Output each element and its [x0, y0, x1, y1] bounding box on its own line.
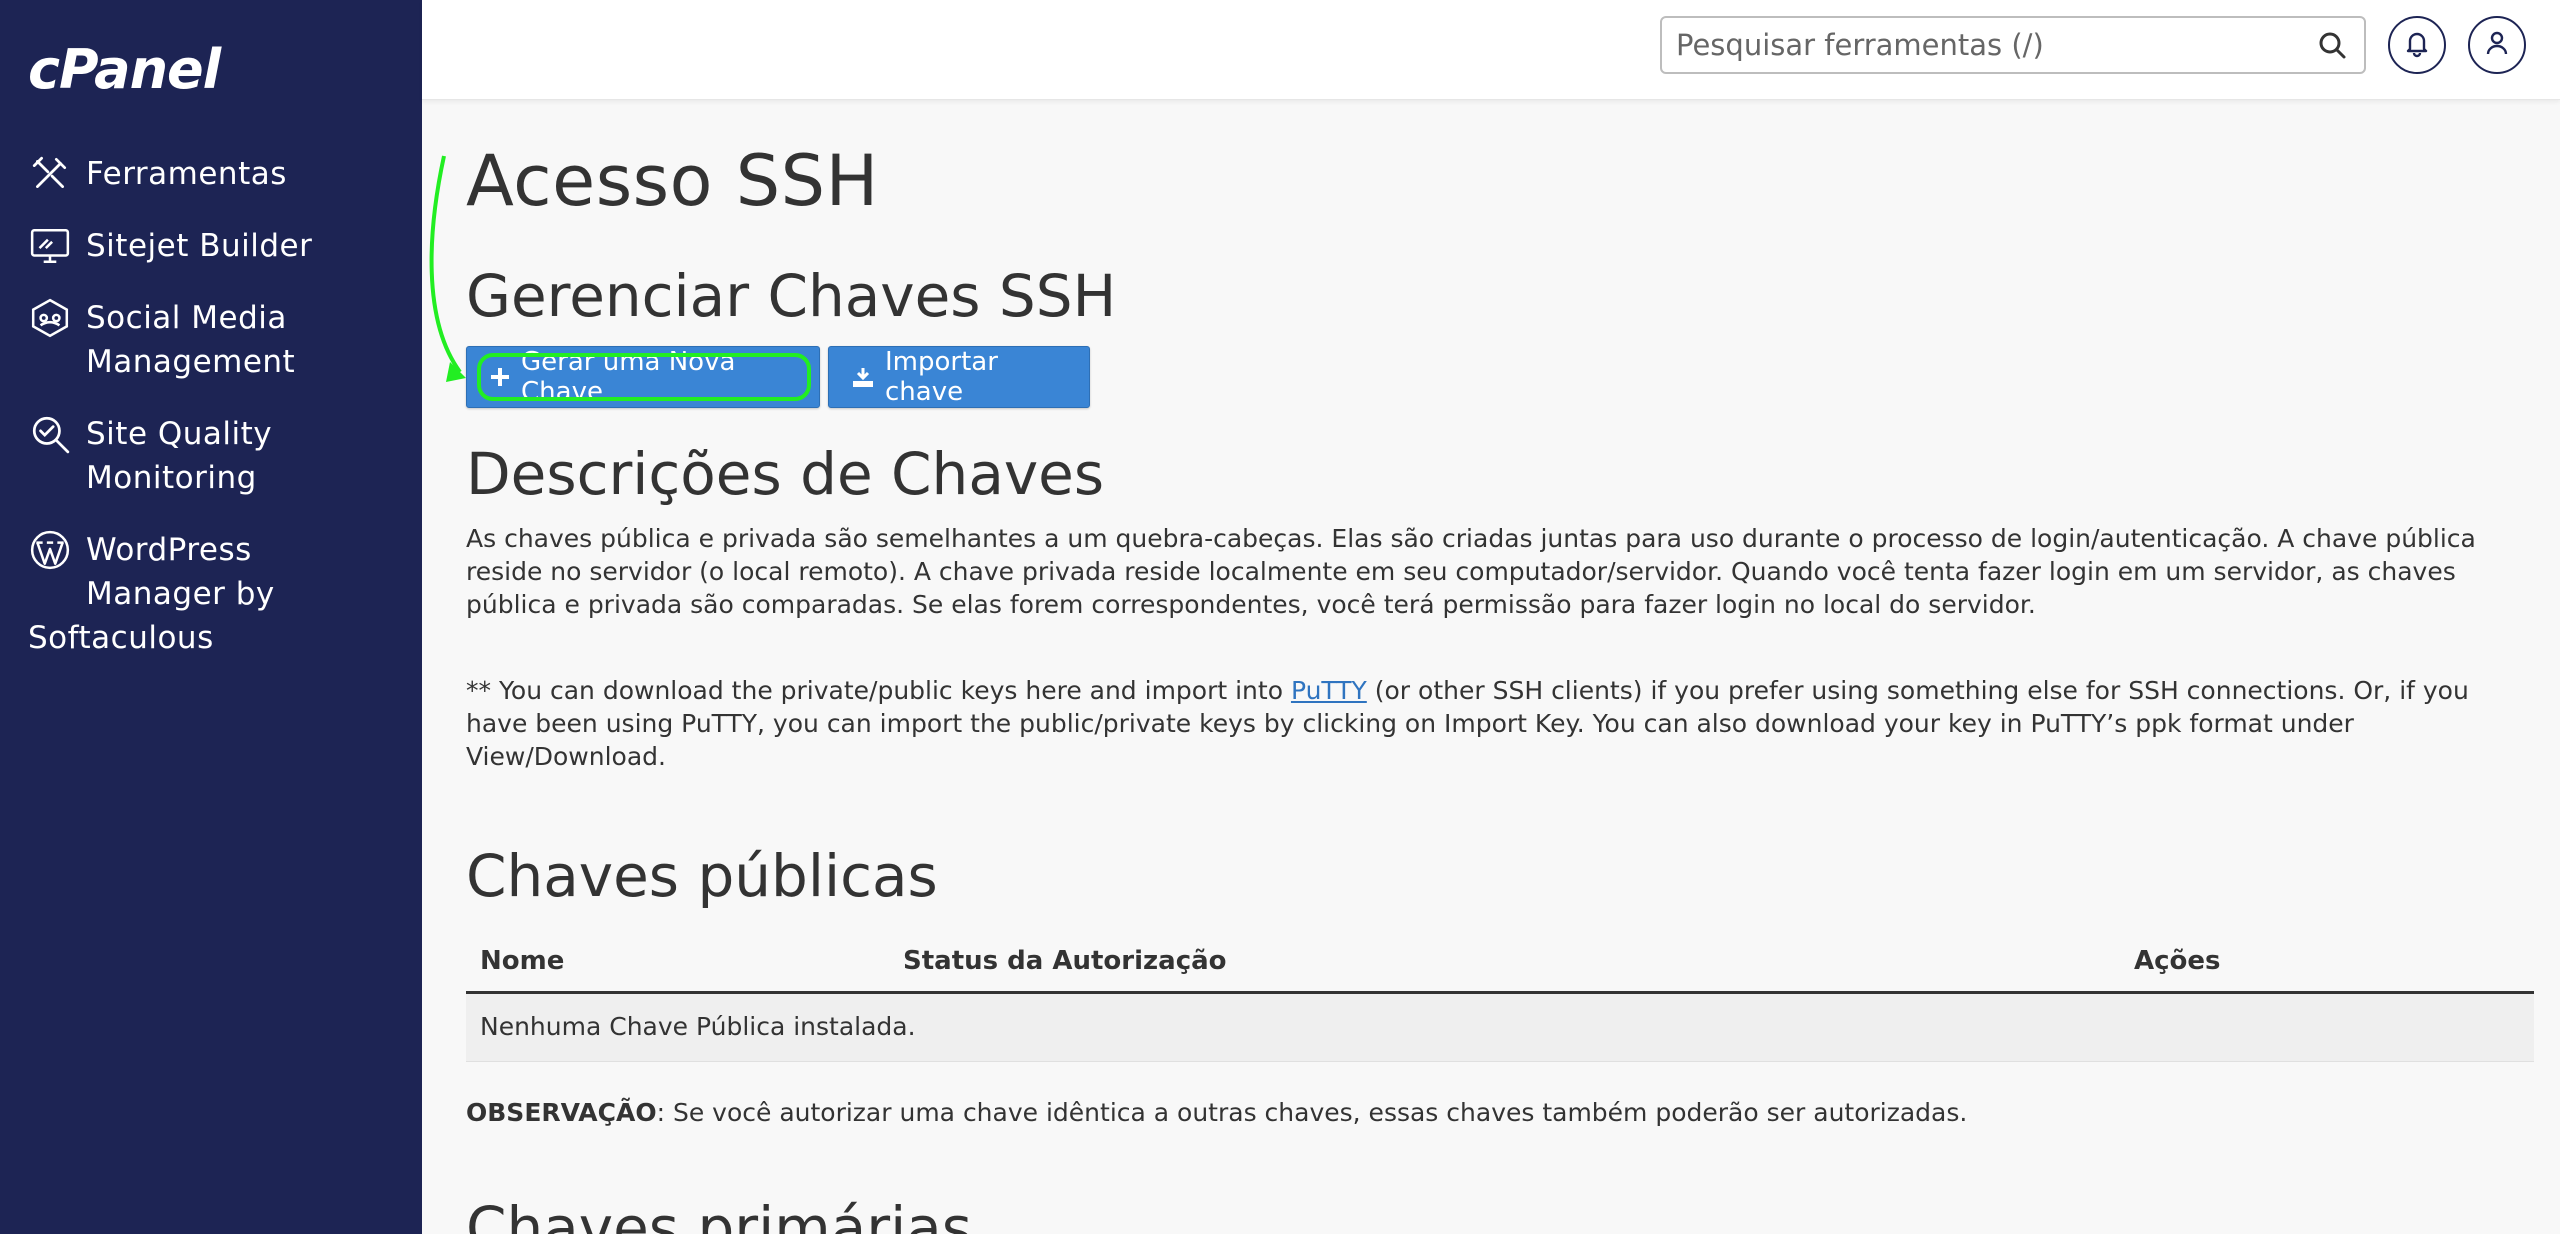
sidebar-item-wordpress[interactable]: WordPress Manager by [0, 528, 422, 616]
putty-link[interactable]: PuTTY [1291, 676, 1367, 705]
tools-icon [28, 152, 72, 196]
magnifier-check-icon [28, 412, 72, 456]
sidebar-item-label: Social Media Management [86, 300, 296, 380]
public-keys-heading: Chaves públicas [466, 842, 938, 910]
search-icon[interactable] [2308, 21, 2356, 69]
bell-icon [2402, 28, 2432, 62]
notifications-button[interactable] [2388, 16, 2446, 74]
search-box [1660, 16, 2366, 74]
sidebar-nav: Ferramentas Sitejet Builder Social Media… [0, 152, 422, 688]
sidebar-item-label: Softaculous [28, 620, 214, 656]
sidebar-item-label: Ferramentas [86, 156, 287, 192]
sidebar-item-sitejet[interactable]: Sitejet Builder [0, 224, 422, 268]
public-keys-table: Nome Status da Autorização Ações Nenhuma… [466, 930, 2534, 1062]
table-row: Nenhuma Chave Pública instalada. [466, 994, 2534, 1062]
generate-key-button[interactable]: Gerar uma Nova Chave [466, 346, 820, 408]
manage-keys-heading: Gerenciar Chaves SSH [466, 262, 1117, 330]
note-text: OBSERVAÇÃO: Se você autorizar uma chave … [466, 1098, 1967, 1127]
user-icon [2482, 28, 2512, 62]
note-body: : Se você autorizar uma chave idêntica a… [656, 1098, 1968, 1127]
column-header-actions: Ações [2134, 946, 2221, 976]
wordpress-icon [28, 528, 72, 572]
putty-info-text: ** You can download the private/public k… [466, 674, 2506, 773]
highlight-outline [477, 353, 811, 401]
search-input[interactable] [1662, 18, 2308, 72]
column-header-name[interactable]: Nome [480, 946, 564, 976]
monitor-icon [28, 224, 72, 268]
key-descriptions-heading: Descrições de Chaves [466, 440, 1105, 508]
column-header-status[interactable]: Status da Autorização [903, 946, 1227, 976]
sidebar-item-label: Sitejet Builder [86, 228, 313, 264]
sidebar: cPanel Ferramentas Sitejet Builder Socia… [0, 0, 422, 1234]
key-actions: Gerar uma Nova Chave Importar chave [466, 346, 1090, 408]
sidebar-item-softaculous[interactable]: Softaculous [0, 616, 422, 660]
import-key-label: Importar chave [885, 347, 998, 407]
sidebar-item-social-media[interactable]: Social Media Management [0, 296, 422, 384]
import-icon [851, 365, 875, 389]
putty-info-text-part: ** You can download the private/public k… [466, 676, 1291, 705]
private-keys-heading: Chaves primárias [466, 1194, 972, 1234]
empty-table-message: Nenhuma Chave Pública instalada. [480, 1012, 916, 1041]
sidebar-item-label: WordPress Manager by [86, 532, 275, 612]
note-label: OBSERVAÇÃO [466, 1098, 657, 1127]
page-title: Acesso SSH [466, 140, 879, 222]
import-key-button[interactable]: Importar chave [828, 346, 1090, 408]
sidebar-item-label: Site Quality Monitoring [86, 416, 273, 496]
sidebar-item-ferramentas[interactable]: Ferramentas [0, 152, 422, 196]
table-header: Nome Status da Autorização Ações [466, 930, 2534, 994]
key-description-text: As chaves pública e privada são semelhan… [466, 524, 2476, 619]
sidebar-item-site-quality[interactable]: Site Quality Monitoring [0, 412, 422, 500]
social-media-icon [28, 296, 72, 340]
cpanel-logo[interactable]: cPanel [28, 38, 221, 101]
user-menu-button[interactable] [2468, 16, 2526, 74]
